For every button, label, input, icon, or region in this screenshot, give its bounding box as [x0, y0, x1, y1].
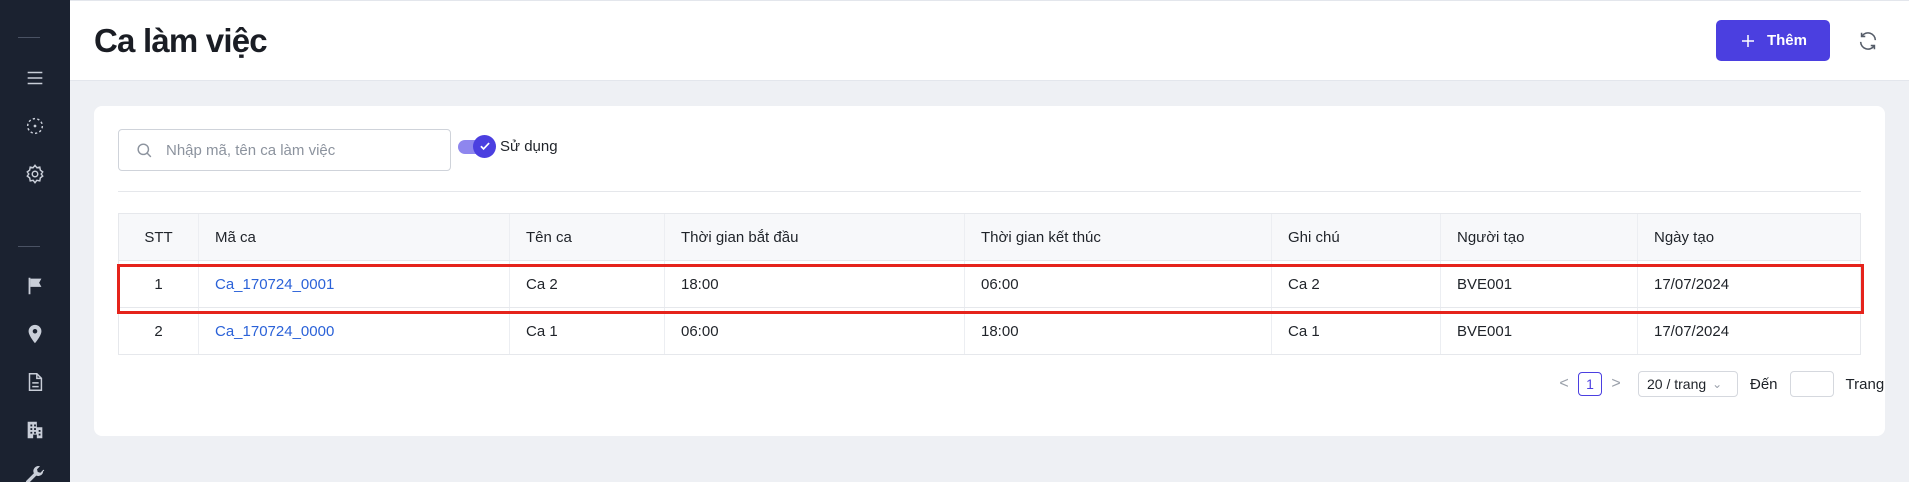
column-header-start-time[interactable]: Thời gian bắt đầu: [665, 214, 965, 260]
page-header: Ca làm việc Thêm: [70, 0, 1909, 81]
column-header-name[interactable]: Tên ca: [510, 214, 665, 260]
active-toggle[interactable]: Sử dụng: [458, 134, 558, 158]
toggle-knob: [473, 134, 496, 158]
sidebar-divider: [18, 37, 40, 38]
divider: [118, 191, 1861, 192]
table-row[interactable]: 1 Ca_170724_0001 Ca 2 18:00 06:00 Ca 2 B…: [119, 261, 1860, 308]
shift-code-link[interactable]: Ca_170724_0001: [215, 276, 334, 293]
cell-start-time: 06:00: [665, 308, 965, 354]
cell-stt: 2: [119, 308, 199, 354]
toggle-label: Sử dụng: [500, 138, 558, 155]
refresh-icon[interactable]: [1855, 28, 1881, 54]
cell-name: Ca 1: [510, 308, 665, 354]
selection-icon[interactable]: [0, 111, 70, 141]
column-header-created-date[interactable]: Ngày tạo: [1638, 214, 1860, 260]
pagination: < 1 > 20 / trang ⌄ Đến Trang: [1554, 371, 1884, 397]
page-label: Trang: [1845, 375, 1885, 393]
page-1-button[interactable]: 1: [1578, 372, 1602, 396]
table-header-row: STT Mã ca Tên ca Thời gian bắt đầu Thời …: [119, 214, 1860, 261]
add-button[interactable]: Thêm: [1716, 20, 1830, 61]
table-row[interactable]: 2 Ca_170724_0000 Ca 1 06:00 18:00 Ca 1 B…: [119, 308, 1860, 355]
page-title: Ca làm việc: [94, 22, 268, 59]
cell-end-time: 06:00: [965, 261, 1272, 307]
flag-icon[interactable]: [0, 271, 70, 301]
column-header-stt[interactable]: STT: [119, 214, 199, 260]
cell-note: Ca 2: [1272, 261, 1441, 307]
building-icon[interactable]: [0, 415, 70, 445]
check-icon: [479, 142, 490, 151]
cell-start-time: 18:00: [665, 261, 965, 307]
location-icon[interactable]: [0, 319, 70, 349]
shifts-table: STT Mã ca Tên ca Thời gian bắt đầu Thời …: [118, 213, 1861, 355]
content-card: Sử dụng STT Mã ca Tên ca Thời gian bắt đ…: [94, 106, 1885, 436]
sidebar: [0, 0, 70, 482]
wrench-icon[interactable]: [0, 461, 70, 482]
goto-page-input[interactable]: [1789, 371, 1834, 397]
cell-created-date: 17/07/2024: [1654, 275, 1730, 293]
prev-page-button[interactable]: <: [1554, 375, 1574, 393]
page-size-value: 20 / trang: [1647, 376, 1707, 392]
cell-created-date: 17/07/2024: [1654, 322, 1730, 340]
search-icon: [137, 142, 152, 157]
cell-stt: 1: [119, 261, 199, 307]
search-input[interactable]: [166, 141, 426, 159]
column-header-note[interactable]: Ghi chú: [1272, 214, 1441, 260]
search-box[interactable]: [118, 129, 451, 171]
cell-code: Ca_170724_0001: [199, 261, 510, 307]
next-page-button[interactable]: >: [1606, 375, 1626, 393]
chevron-down-icon: ⌄: [1712, 377, 1723, 391]
column-header-code[interactable]: Mã ca: [199, 214, 510, 260]
sidebar-divider: [18, 246, 40, 247]
toggle-switch[interactable]: [458, 134, 496, 158]
goto-label: Đến: [1750, 375, 1778, 393]
shift-code-link[interactable]: Ca_170724_0000: [215, 323, 334, 340]
cell-code: Ca_170724_0000: [199, 308, 510, 354]
settings-icon[interactable]: [0, 159, 70, 189]
cell-end-time: 18:00: [965, 308, 1272, 354]
column-header-creator[interactable]: Người tạo: [1441, 214, 1638, 260]
cell-note: Ca 1: [1272, 308, 1441, 354]
document-icon[interactable]: [0, 367, 70, 397]
page-size-select[interactable]: 20 / trang ⌄: [1638, 371, 1738, 397]
add-button-label: Thêm: [1766, 32, 1807, 49]
cell-name: Ca 2: [510, 261, 665, 307]
column-header-end-time[interactable]: Thời gian kết thúc: [965, 214, 1272, 260]
plus-icon: [1741, 34, 1754, 47]
cell-creator: BVE001: [1441, 308, 1638, 354]
cell-creator: BVE001: [1441, 261, 1638, 307]
menu-icon[interactable]: [0, 63, 70, 93]
